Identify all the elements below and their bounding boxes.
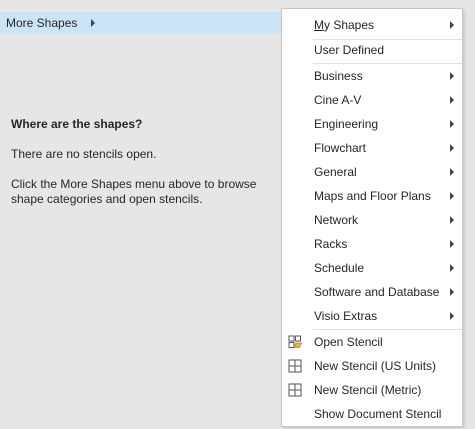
chevron-right-icon (450, 120, 454, 128)
chevron-right-icon (450, 216, 454, 224)
chevron-right-icon (450, 168, 454, 176)
menu-item-general[interactable]: General (282, 160, 462, 184)
menu-item-label: Visio Extras (314, 309, 378, 323)
menu-item-new-stencil-metric[interactable]: New Stencil (Metric) (282, 378, 462, 402)
access-key: M (314, 18, 324, 32)
chevron-right-icon (450, 144, 454, 152)
chevron-right-icon (450, 288, 454, 296)
chevron-right-icon (450, 192, 454, 200)
empty-line-1: There are no stencils open. (11, 147, 157, 161)
empty-title: Where are the shapes? (11, 117, 143, 131)
menu-item-label: Maps and Floor Plans (314, 189, 431, 203)
menu-item-engineering[interactable]: Engineering (282, 112, 462, 136)
chevron-right-icon (450, 96, 454, 104)
menu-item-racks[interactable]: Racks (282, 232, 462, 256)
menu-item-user-defined[interactable]: User Defined (282, 38, 462, 62)
shapes-pane: More Shapes Where are the shapes? There … (0, 0, 281, 429)
menu-item-cine-a-v[interactable]: Cine A-V (282, 88, 462, 112)
menu-item-software-and-database[interactable]: Software and Database (282, 280, 462, 304)
menu-item-my-shapes[interactable]: My Shapes (282, 13, 462, 37)
chevron-right-icon (450, 312, 454, 320)
menu-item-label: General (314, 165, 357, 179)
empty-line-2: Click the More Shapes menu above to brow… (11, 177, 257, 206)
menu-item-label: Racks (314, 237, 348, 251)
menu-item-label: Network (314, 213, 359, 227)
menu-item-label: Open Stencil (314, 335, 383, 349)
open-stencil-icon (288, 335, 302, 348)
empty-stencil-message: Where are the shapes? There are no stenc… (11, 117, 273, 222)
menu-item-label: Schedule (314, 261, 365, 275)
menu-item-label: Show Document Stencil (314, 407, 442, 421)
menu-item-label: New Stencil (Metric) (314, 383, 422, 397)
menu-item-network[interactable]: Network (282, 208, 462, 232)
menu-item-label: Engineering (314, 117, 379, 131)
menu-item-visio-extras[interactable]: Visio Extras (282, 304, 462, 328)
menu-item-label: Flowchart (314, 141, 367, 155)
more-shapes-label: More Shapes (6, 16, 78, 30)
menu-item-new-stencil-us[interactable]: New Stencil (US Units) (282, 354, 462, 378)
chevron-right-icon (450, 264, 454, 272)
menu-item-maps-and-floor-plans[interactable]: Maps and Floor Plans (282, 184, 462, 208)
menu-item-flowchart[interactable]: Flowchart (282, 136, 462, 160)
more-shapes-button[interactable]: More Shapes (0, 12, 281, 34)
menu-item-label-rest: y Shapes (324, 18, 375, 32)
menu-item-open-stencil[interactable]: Open Stencil (282, 330, 462, 354)
menu-item-business[interactable]: Business (282, 64, 462, 88)
menu-item-label: My Shapes (314, 18, 374, 32)
menu-item-label: Business (314, 69, 363, 83)
new-stencil-icon (288, 383, 302, 397)
more-shapes-menu: My Shapes User Defined Business Cine A-V… (281, 8, 463, 427)
menu-item-label: New Stencil (US Units) (314, 359, 437, 373)
menu-item-label: Cine A-V (314, 93, 362, 107)
chevron-right-icon (450, 72, 454, 80)
menu-item-label: User Defined (314, 43, 385, 57)
chevron-right-icon (91, 19, 96, 27)
chevron-right-icon (450, 240, 454, 248)
menu-item-show-document-stencil[interactable]: Show Document Stencil (282, 402, 462, 426)
chevron-right-icon (450, 21, 454, 29)
new-stencil-icon (288, 359, 302, 373)
menu-item-label: Software and Database (314, 285, 440, 299)
menu-item-schedule[interactable]: Schedule (282, 256, 462, 280)
